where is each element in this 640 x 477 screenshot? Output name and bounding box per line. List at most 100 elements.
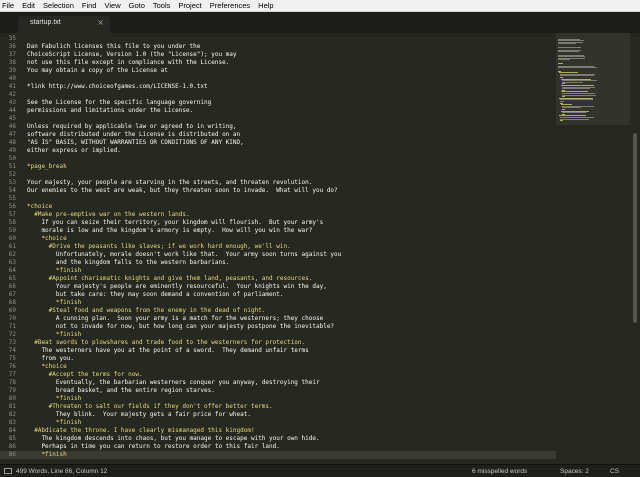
- menu-find[interactable]: Find: [82, 0, 97, 12]
- vertical-scrollbar[interactable]: [630, 33, 640, 464]
- panel-toggle-icon[interactable]: [4, 468, 12, 474]
- code-line[interactable]: 35: [0, 35, 556, 43]
- code-line[interactable]: 66 Your majesty's people are eminently r…: [0, 283, 556, 291]
- code-line[interactable]: 85 The kingdom descends into chaos, but …: [0, 435, 556, 443]
- line-text: They blink. Your majesty gets a fair pri…: [27, 411, 251, 418]
- code-line[interactable]: 51 *page_break: [0, 163, 556, 171]
- syntax-setting[interactable]: CS: [610, 468, 619, 475]
- code-line[interactable]: 44 permissions and limitations under the …: [0, 107, 556, 115]
- line-number: 78: [8, 379, 16, 386]
- code-line[interactable]: 60 *choice: [0, 235, 556, 243]
- line-number: 35: [8, 35, 16, 42]
- menu-file[interactable]: File: [2, 0, 14, 12]
- code-line[interactable]: 49 either express or implied.: [0, 147, 556, 155]
- line-number: 77: [8, 371, 16, 378]
- code-line[interactable]: 37 ChoiceScript License, Version 1.0 (the…: [0, 51, 556, 59]
- line-text: If you can seize their territory, your k…: [27, 219, 324, 226]
- line-text: Dan Fabulich licenses this file to you u…: [27, 43, 201, 50]
- line-number: 84: [8, 427, 16, 434]
- code-line[interactable]: 36 Dan Fabulich licenses this file to you…: [0, 43, 556, 51]
- line-text: *finish: [27, 451, 67, 458]
- code-line[interactable]: 63 and the kingdom falls to the western …: [0, 259, 556, 267]
- line-number: 86: [8, 451, 16, 458]
- menu-help[interactable]: Help: [258, 0, 273, 12]
- code-line[interactable]: 70 A cunning plan. Soon your army is a m…: [0, 315, 556, 323]
- code-line[interactable]: 43 See the License for the specific langu…: [0, 99, 556, 107]
- code-line[interactable]: 80 *finish: [0, 395, 556, 403]
- status-bar: 499 Words, Line 86, Column 12 6 misspell…: [0, 464, 640, 477]
- code-line[interactable]: 54 Our enemies to the west are weak, but …: [0, 187, 556, 195]
- code-line[interactable]: 41 *link http://www.choiceofgames.com/LIC…: [0, 83, 556, 91]
- code-line[interactable]: 82 They blink. Your majesty gets a fair …: [0, 411, 556, 419]
- code-line[interactable]: 78 Eventually, the barbarian westerners …: [0, 379, 556, 387]
- code-line[interactable]: 50: [0, 155, 556, 163]
- menu-selection[interactable]: Selection: [43, 0, 74, 12]
- code-line[interactable]: 71 not to invade for now, but how long c…: [0, 323, 556, 331]
- code-line[interactable]: 81 #Threaten to salt our fields if they …: [0, 403, 556, 411]
- indentation-setting[interactable]: Spaces: 2: [560, 468, 589, 475]
- menu-goto[interactable]: Goto: [129, 0, 145, 12]
- code-line[interactable]: 67 but take care: they may soon demand a…: [0, 291, 556, 299]
- code-line[interactable]: 86 *finish: [0, 451, 556, 459]
- code-line[interactable]: 52: [0, 171, 556, 179]
- line-text: You may obtain a copy of the License at: [27, 67, 168, 74]
- tab-startup[interactable]: startup.txt ×: [18, 16, 110, 33]
- code-line[interactable]: 76 *choice: [0, 363, 556, 371]
- line-text: #Make pre-emptive war on the western lan…: [27, 211, 190, 218]
- menu-view[interactable]: View: [104, 0, 120, 12]
- code-line[interactable]: 79 bread basket, and the entire region s…: [0, 387, 556, 395]
- line-text: #Abdicate the throne. I have clearly mis…: [27, 427, 255, 434]
- code-line[interactable]: 58 If you can seize their territory, you…: [0, 219, 556, 227]
- code-line[interactable]: 48 "AS IS" BASIS, WITHOUT WARRANTIES OR C…: [0, 139, 556, 147]
- minimap[interactable]: [556, 33, 630, 464]
- line-number: 46: [8, 123, 16, 130]
- code-line[interactable]: 73 #Beat swords to plowshares and trade …: [0, 339, 556, 347]
- minimap-line: [558, 62, 563, 64]
- code-line[interactable]: 55: [0, 195, 556, 203]
- code-line[interactable]: 74 The westerners have you at the point …: [0, 347, 556, 355]
- code-line[interactable]: 68 *finish: [0, 299, 556, 307]
- code-line[interactable]: 40: [0, 75, 556, 83]
- code-line[interactable]: 57 #Make pre-emptive war on the western …: [0, 211, 556, 219]
- code-line[interactable]: 47 software distributed under the License…: [0, 131, 556, 139]
- menu-project[interactable]: Project: [178, 0, 201, 12]
- code-line[interactable]: 69 #Steal food and weapons from the enem…: [0, 307, 556, 315]
- line-number: 36: [8, 43, 16, 50]
- code-line[interactable]: 38 not use this file except in compliance…: [0, 59, 556, 67]
- line-text: and the kingdom falls to the western bar…: [27, 259, 230, 266]
- line-number: 83: [8, 419, 16, 426]
- minimap-line: [558, 43, 576, 45]
- code-line[interactable]: 39 You may obtain a copy of the License a…: [0, 67, 556, 75]
- code-line[interactable]: 62 Unfortunately, morale doesn't work li…: [0, 251, 556, 259]
- code-line[interactable]: 75 from you.: [0, 355, 556, 363]
- code-line[interactable]: 84 #Abdicate the throne. I have clearly …: [0, 427, 556, 435]
- code-line[interactable]: 42: [0, 91, 556, 99]
- code-line[interactable]: 53 Your majesty, your people are starving…: [0, 179, 556, 187]
- close-icon[interactable]: ×: [97, 18, 104, 27]
- code-editor[interactable]: 35 36 Dan Fabulich licenses this file to y…: [0, 33, 556, 464]
- code-line[interactable]: 83 *finish: [0, 419, 556, 427]
- line-text: "AS IS" BASIS, WITHOUT WARRANTIES OR CON…: [27, 139, 244, 146]
- line-number: 47: [8, 131, 16, 138]
- code-line[interactable]: 77 #Accept the terms for now.: [0, 371, 556, 379]
- code-line[interactable]: 65 #Appoint charismatic knights and give…: [0, 275, 556, 283]
- code-line[interactable]: 56 *choice: [0, 203, 556, 211]
- menu-edit[interactable]: Edit: [22, 0, 35, 12]
- code-line[interactable]: 46 Unless required by applicable law or a…: [0, 123, 556, 131]
- spelling-status[interactable]: 6 misspelled words: [472, 468, 527, 475]
- line-number: 74: [8, 347, 16, 354]
- menu-preferences[interactable]: Preferences: [210, 0, 250, 12]
- code-line[interactable]: 59 morale is low and the kingdom's armor…: [0, 227, 556, 235]
- minimap-line: [561, 112, 586, 114]
- code-line[interactable]: 64 *finish: [0, 267, 556, 275]
- scrollbar-thumb[interactable]: [633, 133, 637, 323]
- line-number: 66: [8, 283, 16, 290]
- line-number: 64: [8, 267, 16, 274]
- code-line[interactable]: 72 *finish: [0, 331, 556, 339]
- line-text: software distributed under the License i…: [27, 131, 241, 138]
- code-line[interactable]: 61 #Drive the peasants like slaves; if w…: [0, 243, 556, 251]
- menu-tools[interactable]: Tools: [153, 0, 171, 12]
- code-line[interactable]: 45: [0, 115, 556, 123]
- minimap-line: [558, 67, 597, 69]
- code-line[interactable]: 86 Perhaps in time you can return to res…: [0, 443, 556, 451]
